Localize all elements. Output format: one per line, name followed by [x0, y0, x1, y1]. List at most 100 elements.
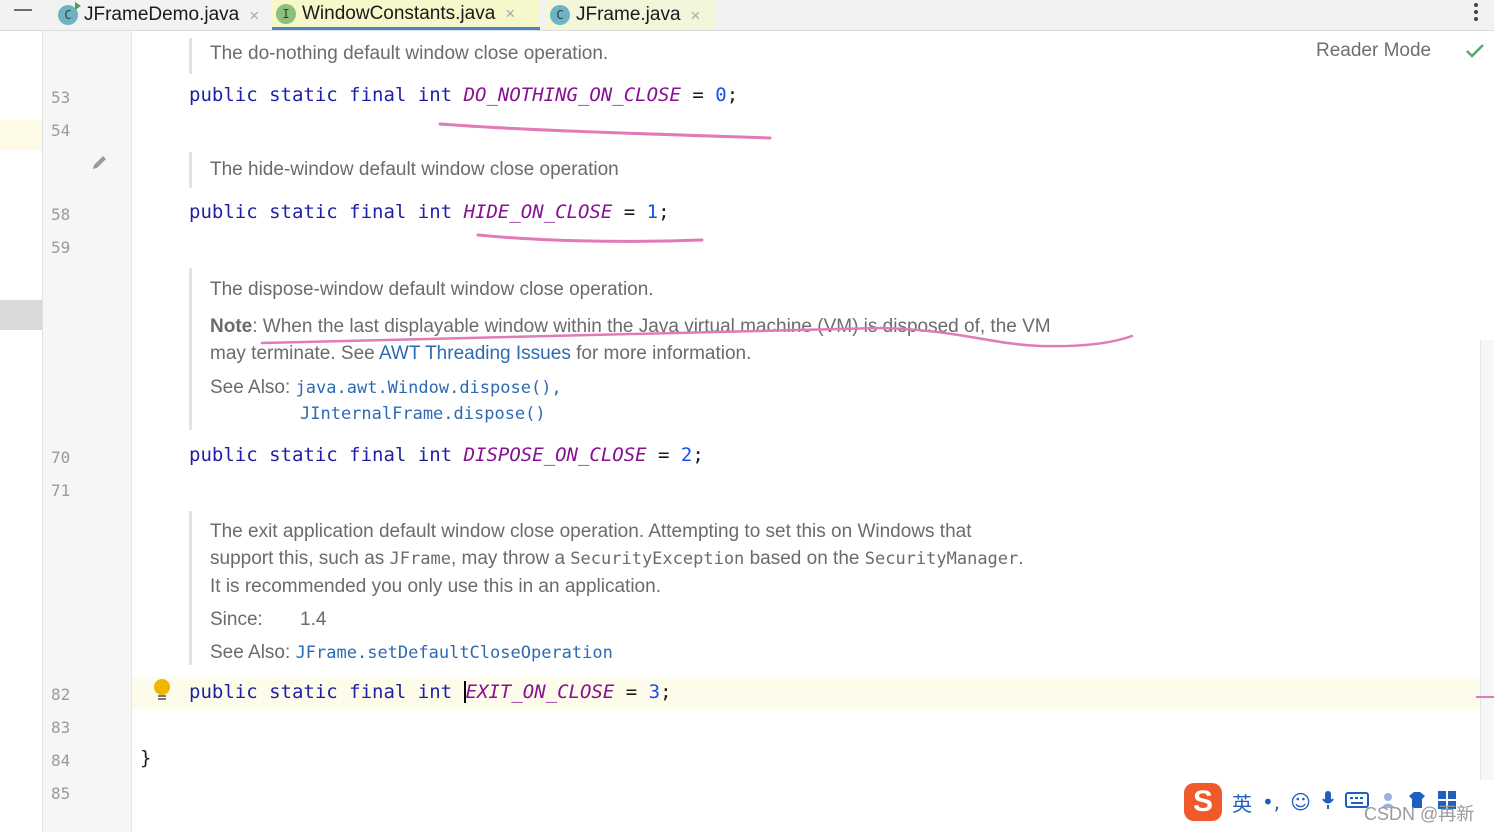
- operator: =: [646, 444, 681, 466]
- operator: =: [614, 681, 649, 703]
- emoji-icon[interactable]: ☺: [1290, 790, 1311, 814]
- collapse-icon[interactable]: [14, 9, 32, 11]
- note-text: may terminate. See: [210, 343, 379, 364]
- doc-comment: The hide-window default window close ope…: [189, 152, 619, 188]
- line-number: 71: [51, 481, 71, 500]
- line-number-gutter: [42, 31, 132, 832]
- editor-tab-bar: C JFrameDemo.java × I WindowConstants.ja…: [0, 0, 1494, 31]
- close-icon[interactable]: ×: [505, 5, 515, 22]
- tab-label: JFrame.java: [576, 4, 681, 25]
- close-icon[interactable]: ×: [249, 7, 259, 24]
- tab-label: WindowConstants.java: [302, 2, 496, 24]
- class-icon: C: [550, 5, 570, 25]
- doc-comment: The exit application default window clos…: [189, 511, 1024, 665]
- doc-note-cont: may terminate. See AWT Threading Issues …: [210, 340, 1051, 367]
- note-text: : When the last displayable window withi…: [252, 316, 1051, 337]
- line-number: 53: [51, 88, 71, 107]
- note-label: Note: [210, 316, 253, 337]
- code-line-58[interactable]: public static final int HIDE_ON_CLOSE = …: [189, 201, 670, 223]
- doc-text: The hide-window default window close ope…: [210, 159, 619, 180]
- code-ref: SecurityException: [570, 549, 745, 569]
- keywords: public static final int: [189, 84, 453, 106]
- see-also: See Also: JFrame.setDefaultCloseOperatio…: [210, 639, 1024, 667]
- constant-name: DISPOSE_ON_CLOSE: [463, 444, 647, 466]
- keywords: public static final int: [189, 444, 453, 466]
- operator: =: [680, 84, 716, 106]
- see-also-link[interactable]: JInternalFrame.dispose(): [300, 404, 546, 424]
- class-run-icon: C: [58, 2, 81, 25]
- code-ref: SecurityManager: [864, 549, 1019, 569]
- semicolon: ;: [726, 84, 739, 106]
- see-also-label: See Also:: [210, 377, 291, 398]
- doc-comment: The do-nothing default window close oper…: [189, 38, 608, 74]
- keywords: public static final int: [189, 201, 453, 223]
- since: Since: 1.4: [210, 606, 1024, 633]
- more-options-icon[interactable]: [1474, 3, 1480, 24]
- code-line-84[interactable]: }: [140, 747, 151, 769]
- doc-text-part: support this, such as: [210, 548, 390, 569]
- constant-value: 2: [680, 444, 693, 466]
- semicolon: ;: [658, 201, 670, 223]
- underline-do-nothing: [438, 122, 772, 140]
- doc-text: The dispose-window default window close …: [210, 279, 654, 300]
- code-line-82[interactable]: public static final int EXIT_ON_CLOSE = …: [189, 681, 672, 703]
- interface-icon: I: [276, 3, 296, 24]
- sogou-logo-icon[interactable]: S: [1184, 783, 1222, 821]
- doc-text: The exit application default window clos…: [210, 521, 972, 542]
- code-line-70[interactable]: public static final int DISPOSE_ON_CLOSE…: [189, 444, 704, 466]
- bookmark-strip: [0, 120, 42, 150]
- tab-label: JFrameDemo.java: [84, 4, 240, 25]
- tab-jframedemo[interactable]: C JFrameDemo.java ×: [54, 0, 266, 30]
- note-tail: for more information.: [570, 343, 752, 364]
- lightbulb-icon[interactable]: [152, 678, 172, 708]
- constant-name: EXIT_ON_CLOSE: [463, 681, 615, 703]
- line-number: 84: [51, 751, 71, 770]
- doc-text-part: based on the: [744, 548, 865, 569]
- tab-jframe[interactable]: C JFrame.java ×: [546, 0, 716, 30]
- doc-text: support this, such as JFrame, may throw …: [210, 545, 1024, 573]
- doc-note: Note: When the last displayable window w…: [210, 313, 1051, 340]
- constant-name: DO_NOTHING_ON_CLOSE: [463, 84, 681, 106]
- awt-threading-link[interactable]: AWT Threading Issues: [379, 343, 571, 364]
- line-number: 59: [51, 238, 71, 257]
- line-number: 54: [51, 121, 71, 140]
- operator: =: [612, 201, 647, 223]
- keywords: public static final int: [189, 681, 453, 703]
- tab-windowconstants[interactable]: I WindowConstants.java ×: [272, 0, 540, 30]
- doc-text-part: .: [1018, 548, 1024, 569]
- see-also: See Also: java.awt.Window.dispose(),: [210, 375, 1051, 401]
- constant-value: 1: [646, 201, 659, 223]
- ime-language-toggle[interactable]: 英: [1232, 788, 1252, 817]
- line-number: 83: [51, 718, 71, 737]
- since-value: 1.4: [300, 609, 327, 630]
- semicolon: ;: [660, 681, 672, 703]
- code-line-53[interactable]: public static final int DO_NOTHING_ON_CL…: [189, 84, 738, 106]
- see-also-link[interactable]: JFrame.setDefaultCloseOperation: [296, 643, 613, 663]
- vertical-scrollbar[interactable]: [1480, 340, 1494, 780]
- checkmark-icon[interactable]: [1465, 42, 1485, 64]
- line-number: 70: [51, 448, 71, 467]
- see-also-label: See Also:: [210, 642, 291, 663]
- since-label: Since:: [210, 609, 263, 630]
- see-also-link[interactable]: java.awt.Window.dispose(),: [296, 378, 562, 398]
- scroll-marker: [0, 300, 42, 330]
- line-number: 85: [51, 784, 71, 803]
- edit-doc-icon[interactable]: [90, 152, 110, 176]
- microphone-icon[interactable]: [1321, 790, 1335, 815]
- underline-hide: [476, 233, 704, 243]
- semicolon: ;: [692, 444, 704, 466]
- constant-value: 0: [715, 84, 727, 106]
- doc-text-part: , may throw a: [450, 548, 571, 569]
- line-number: 82: [51, 685, 71, 704]
- watermark: CSDN @再新: [1364, 804, 1475, 824]
- line-number: 58: [51, 205, 71, 224]
- doc-text: It is recommended you only use this in a…: [210, 576, 661, 597]
- punctuation-icon[interactable]: •,: [1262, 790, 1280, 814]
- reader-mode-button[interactable]: Reader Mode: [1316, 40, 1431, 62]
- code-ref: JFrame: [389, 549, 451, 569]
- constant-name: HIDE_ON_CLOSE: [463, 201, 613, 223]
- see-also-cont: JInternalFrame.dispose(): [210, 401, 1051, 427]
- doc-text: The do-nothing default window close oper…: [210, 43, 609, 64]
- close-icon[interactable]: ×: [691, 7, 701, 24]
- doc-comment: The dispose-window default window close …: [189, 268, 1051, 430]
